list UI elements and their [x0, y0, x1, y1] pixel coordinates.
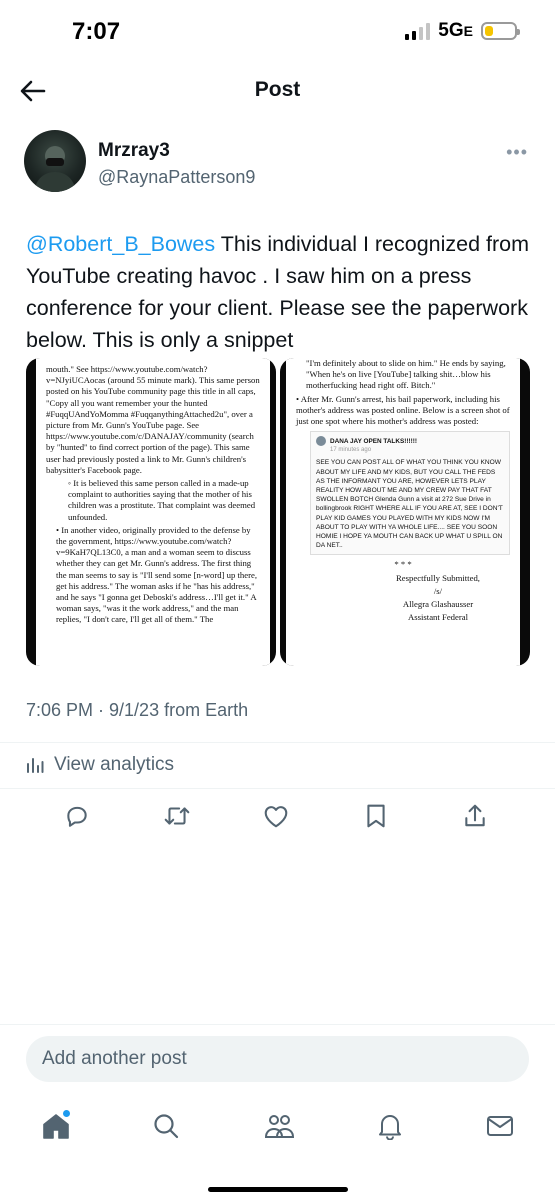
reply-input[interactable]: Add another post [26, 1036, 529, 1082]
avatar [316, 436, 326, 447]
document-page: "I'm definitely about to slide on him." … [286, 358, 520, 666]
media-image-right[interactable]: "I'm definitely about to slide on him." … [280, 358, 530, 666]
screenshot-name: DANA JAY OPEN TALKS!!!!!! [330, 437, 417, 445]
status-indicators: 5GE [405, 20, 520, 42]
bookmark-button[interactable] [358, 798, 394, 834]
reply-button[interactable] [59, 798, 95, 834]
notifications-icon [379, 1115, 401, 1140]
mention-link[interactable]: @Robert_B_Bowes [26, 232, 215, 256]
post-author: Mrzray3 @RaynaPatterson9 ••• [24, 130, 534, 200]
share-icon [465, 804, 485, 827]
repost-button[interactable] [159, 798, 195, 834]
reply-icon [67, 806, 87, 827]
media-image-left[interactable]: mouth." See https://www.youtube.com/watc… [26, 358, 276, 666]
screenshot-time: 17 minutes ago [330, 447, 372, 454]
post-media: mouth." See https://www.youtube.com/watc… [26, 358, 530, 666]
doc-signer: Allegra Glashausser [402, 599, 474, 610]
post-text: @Robert_B_Bowes This individual I recogn… [26, 228, 534, 356]
post-timestamp: 7:06 PM · 9/1/23 from Earth [26, 700, 249, 720]
doc-signer-title: Assistant Federal [407, 612, 469, 623]
doc-paragraph: "I'm definitely about to slide on him." … [306, 358, 506, 391]
reply-placeholder: Add another post [42, 1048, 187, 1069]
like-button[interactable] [258, 798, 294, 834]
document-page: mouth." See https://www.youtube.com/watc… [36, 358, 270, 666]
screenshot-text: SEE YOU CAN POST ALL OF WHAT YOU THINK Y… [316, 459, 503, 550]
repost-icon [164, 807, 190, 825]
analytics-label: View analytics [54, 754, 175, 775]
messages-icon [487, 1116, 513, 1136]
page-title: Post [254, 78, 301, 101]
bookmark-icon [367, 804, 385, 828]
tab-messages[interactable] [480, 1106, 520, 1146]
signal-icon [405, 22, 431, 40]
network-label: 5GE [438, 20, 473, 41]
author-name[interactable]: Mrzray3 [98, 140, 170, 162]
doc-paragraph: • After Mr. Gunn's arrest, his bail pape… [296, 393, 510, 427]
share-button[interactable] [457, 798, 493, 834]
more-button[interactable]: ••• [506, 142, 528, 163]
search-icon [154, 1114, 179, 1139]
like-icon [264, 806, 288, 828]
author-handle[interactable]: @RaynaPatterson9 [98, 167, 255, 188]
embedded-screenshot: DANA JAY OPEN TALKS!!!!!! 17 minutes ago… [310, 431, 510, 556]
communities-icon [264, 1115, 295, 1138]
home-indicator[interactable] [208, 1187, 348, 1192]
tab-search[interactable] [146, 1106, 186, 1146]
doc-paragraph: ◦ It is believed this same person called… [68, 478, 256, 522]
divider [0, 742, 555, 743]
action-bar [0, 798, 555, 834]
doc-paragraph: • In another video, originally provided … [56, 524, 258, 625]
tab-home[interactable] [36, 1106, 76, 1146]
analytics-icon [27, 758, 44, 773]
doc-closing: Respectfully Submitted, [396, 572, 480, 583]
doc-sig: /s/ [433, 585, 443, 596]
view-analytics-link[interactable]: View analytics [26, 754, 174, 776]
tab-communities[interactable] [259, 1106, 299, 1146]
battery-icon [481, 22, 520, 40]
tab-notifications[interactable] [370, 1106, 410, 1146]
notification-dot [63, 1110, 70, 1117]
status-time: 7:07 [72, 18, 121, 45]
more-icon: ••• [506, 142, 528, 162]
top-bar: Post [0, 66, 555, 116]
doc-stars: * * * [394, 559, 412, 570]
divider [0, 1024, 555, 1025]
status-bar: 7:07 5GE [0, 0, 555, 66]
doc-paragraph: mouth." See https://www.youtube.com/watc… [46, 364, 260, 475]
divider [0, 788, 555, 789]
bottom-tab-bar [0, 1100, 555, 1150]
avatar[interactable] [24, 130, 86, 192]
